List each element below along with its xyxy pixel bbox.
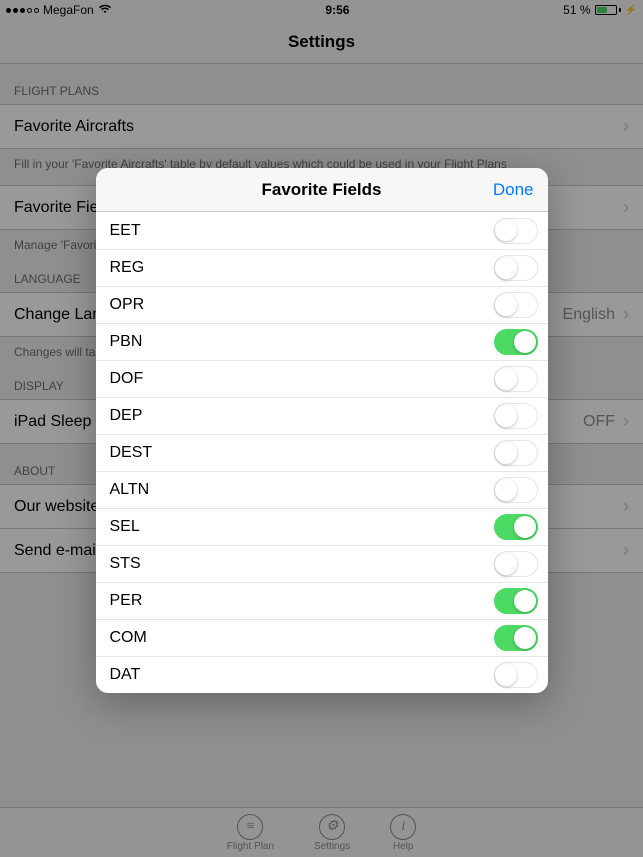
- field-row-altn: ALTN: [96, 471, 548, 508]
- toggle-dat[interactable]: [494, 662, 538, 688]
- field-row-sts: STS: [96, 545, 548, 582]
- done-button[interactable]: Done: [493, 180, 534, 200]
- field-row-pbn: PBN: [96, 323, 548, 360]
- field-row-com: COM: [96, 619, 548, 656]
- field-label: PER: [110, 592, 143, 610]
- field-row-reg: REG: [96, 249, 548, 286]
- field-row-eet: EET: [96, 212, 548, 249]
- field-row-sel: SEL: [96, 508, 548, 545]
- field-label: DEST: [110, 444, 153, 462]
- field-label: DAT: [110, 666, 141, 684]
- toggle-dest[interactable]: [494, 440, 538, 466]
- field-label: OPR: [110, 296, 145, 314]
- field-label: ALTN: [110, 481, 150, 499]
- toggle-sts[interactable]: [494, 551, 538, 577]
- favorite-fields-modal: Favorite Fields Done EET REG OPR PBN DOF DEP D…: [96, 168, 548, 693]
- toggle-eet[interactable]: [494, 218, 538, 244]
- field-label: PBN: [110, 333, 143, 351]
- field-label: REG: [110, 259, 145, 277]
- modal-list: EET REG OPR PBN DOF DEP DEST ALTN SEL STS PER COM DA…: [96, 212, 548, 693]
- toggle-com[interactable]: [494, 625, 538, 651]
- field-row-per: PER: [96, 582, 548, 619]
- field-label: COM: [110, 629, 147, 647]
- toggle-per[interactable]: [494, 588, 538, 614]
- field-label: EET: [110, 222, 141, 240]
- field-label: DOF: [110, 370, 144, 388]
- toggle-altn[interactable]: [494, 477, 538, 503]
- toggle-sel[interactable]: [494, 514, 538, 540]
- field-label: DEP: [110, 407, 143, 425]
- toggle-reg[interactable]: [494, 255, 538, 281]
- toggle-pbn[interactable]: [494, 329, 538, 355]
- modal-header: Favorite Fields Done: [96, 168, 548, 212]
- field-row-dof: DOF: [96, 360, 548, 397]
- field-label: STS: [110, 555, 141, 573]
- toggle-dep[interactable]: [494, 403, 538, 429]
- field-row-dest: DEST: [96, 434, 548, 471]
- field-row-opr: OPR: [96, 286, 548, 323]
- field-label: SEL: [110, 518, 140, 536]
- field-row-dat: DAT: [96, 656, 548, 693]
- modal-title: Favorite Fields: [262, 180, 382, 200]
- toggle-dof[interactable]: [494, 366, 538, 392]
- toggle-opr[interactable]: [494, 292, 538, 318]
- field-row-dep: DEP: [96, 397, 548, 434]
